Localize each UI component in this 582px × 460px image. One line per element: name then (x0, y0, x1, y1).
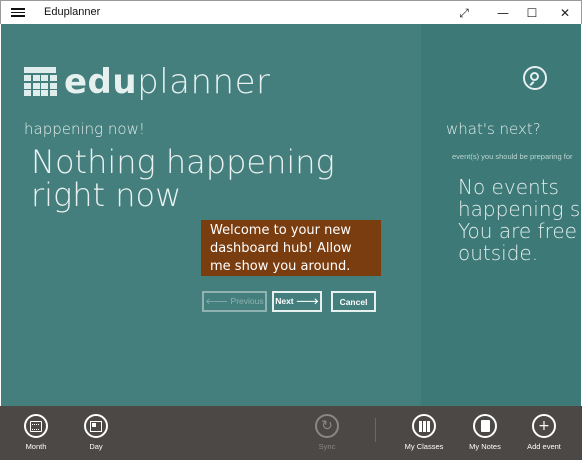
day-calendar-icon (90, 420, 102, 432)
tour-previous-button[interactable]: 🡐 Previous (202, 291, 267, 312)
maximize-button[interactable]: ☐ (515, 1, 549, 25)
close-button[interactable]: ✕ (548, 1, 582, 25)
tour-cancel-button[interactable]: Cancel (331, 291, 376, 312)
happening-now-message: Nothing happening right now (31, 143, 335, 214)
brand-wordmark: eduplanner (64, 62, 271, 102)
whats-next-subheading: event(s) you should be preparing for (452, 152, 573, 161)
day-button[interactable]: Day (66, 414, 126, 451)
dashboard: eduplanner happening now! Nothing happen… (1, 24, 581, 406)
add-event-button[interactable]: + Add event (514, 414, 574, 451)
day-label: Day (89, 442, 103, 451)
tour-tooltip: Welcome to your new dashboard hub! Allow… (201, 220, 381, 276)
calendar-logo-icon (24, 67, 57, 97)
month-calendar-icon (30, 420, 42, 432)
my-classes-button[interactable]: My Classes (394, 414, 454, 451)
hamburger-menu-icon[interactable] (11, 6, 25, 20)
fullscreen-button[interactable]: ⤢ (447, 1, 481, 25)
bottom-app-bar: Month Day ↻ Sync My Classes My Notes + A… (0, 406, 582, 460)
month-label: Month (25, 442, 47, 451)
books-icon (418, 420, 430, 432)
month-button[interactable]: Month (6, 414, 66, 451)
sync-icon: ↻ (321, 418, 333, 434)
sync-button[interactable]: ↻ Sync (297, 414, 357, 451)
whats-next-message: No events happening s You are free outsi… (458, 175, 581, 265)
add-event-label: Add event (527, 442, 561, 451)
tour-next-button[interactable]: Next 🡒 (272, 291, 322, 312)
whats-next-heading: what's next? (446, 120, 541, 138)
title-bar: Eduplanner ⤢ — ☐ ✕ (0, 0, 582, 24)
window-title: Eduplanner (44, 6, 101, 18)
happening-now-heading: happening now! (24, 120, 145, 138)
search-button[interactable] (523, 66, 547, 90)
sync-label: Sync (318, 442, 336, 451)
my-notes-label: My Notes (469, 442, 501, 451)
my-classes-label: My Classes (404, 442, 444, 451)
app-logo: eduplanner (24, 62, 270, 102)
my-notes-button[interactable]: My Notes (455, 414, 515, 451)
appbar-divider (375, 418, 376, 442)
plus-icon: + (538, 418, 550, 434)
note-icon (480, 420, 490, 432)
